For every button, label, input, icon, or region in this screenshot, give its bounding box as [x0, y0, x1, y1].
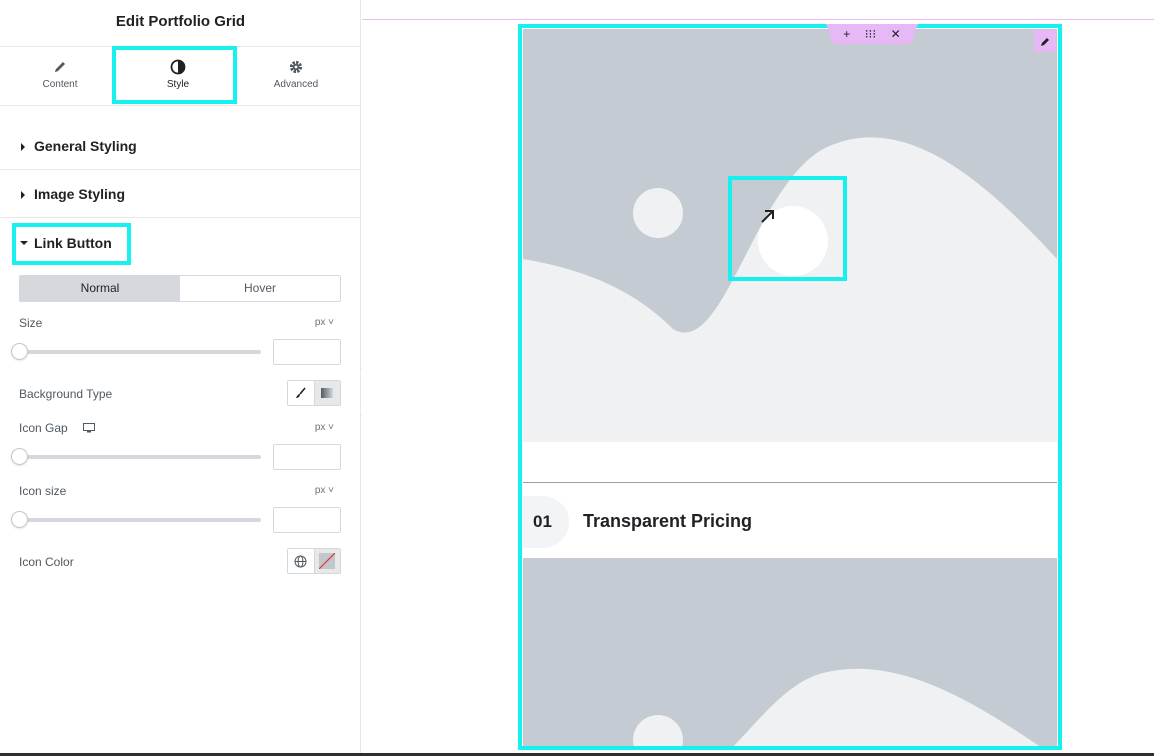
tab-advanced-label: Advanced: [273, 79, 319, 90]
image-placeholder-icon: [523, 558, 1057, 750]
icon-size-slider[interactable]: [11, 511, 261, 528]
arrow-up-right-icon: [761, 210, 774, 223]
icon-gap-input[interactable]: [273, 444, 341, 470]
color-picker-swatch[interactable]: [313, 549, 340, 573]
icon-gap-unit-select[interactable]: px ˅: [315, 422, 334, 433]
caret-down-icon: [20, 241, 28, 245]
icon-size-label: Icon size: [19, 484, 67, 498]
size-input[interactable]: [273, 339, 341, 365]
slider-handle[interactable]: [11, 448, 28, 465]
globe-icon[interactable]: [288, 549, 314, 573]
section-general-label: General Styling: [34, 138, 137, 154]
tab-style-label: Style: [166, 79, 190, 90]
icon-color-buttons: [287, 548, 341, 574]
plus-icon[interactable]: +: [843, 27, 850, 41]
section-guide-line: [362, 19, 1154, 20]
item-number: 01: [523, 496, 569, 548]
contrast-icon: [170, 59, 186, 75]
size-slider[interactable]: [11, 343, 261, 360]
tab-style[interactable]: Style: [118, 47, 238, 106]
close-icon[interactable]: ✕: [891, 27, 901, 41]
tab-content[interactable]: Content: [0, 47, 120, 106]
section-image-styling[interactable]: Image Styling: [0, 170, 361, 218]
section-link-label: Link Button: [34, 235, 112, 251]
gear-icon: [289, 60, 303, 74]
pencil-icon: [1040, 37, 1049, 46]
icon-gap-slider[interactable]: [11, 448, 261, 465]
icon-size-unit-select[interactable]: px ˅: [315, 485, 334, 496]
edit-widget-button[interactable]: [1034, 30, 1056, 52]
portfolio-item-image: [523, 29, 1057, 442]
portfolio-grid-widget[interactable]: 01 Transparent Pricing + ⁝⁝⁝ ✕: [518, 24, 1062, 750]
panel-tabs: Content Style Advanced: [0, 47, 361, 106]
portfolio-item-image-2: [523, 558, 1057, 750]
slider-handle[interactable]: [11, 511, 28, 528]
icon-gap-label-text: Icon Gap: [19, 421, 68, 435]
tab-normal[interactable]: Normal: [20, 276, 180, 301]
section-general-styling[interactable]: General Styling: [0, 122, 361, 170]
widget-handle: + ⁝⁝⁝ ✕: [826, 24, 918, 44]
icon-size-input[interactable]: [273, 507, 341, 533]
editor-panel: Edit Portfolio Grid Content Style Advanc…: [0, 0, 361, 756]
drag-icon[interactable]: ⁝⁝⁝: [865, 27, 876, 41]
slider-handle[interactable]: [11, 343, 28, 360]
preview-canvas: 01 Transparent Pricing + ⁝⁝⁝ ✕: [362, 0, 1154, 756]
caret-right-icon: [21, 191, 25, 199]
tab-hover[interactable]: Hover: [180, 276, 340, 301]
background-type-label: Background Type: [19, 387, 113, 401]
desktop-icon[interactable]: [83, 423, 96, 433]
section-image-label: Image Styling: [34, 186, 126, 202]
section-link-button[interactable]: Link Button: [0, 218, 361, 266]
gradient-icon[interactable]: [313, 381, 340, 405]
item-title[interactable]: Transparent Pricing: [583, 511, 752, 532]
link-button[interactable]: [758, 206, 828, 276]
caret-right-icon: [21, 143, 25, 151]
background-type-buttons: [287, 380, 341, 406]
tab-content-label: Content: [42, 79, 78, 90]
tab-advanced[interactable]: Advanced: [236, 47, 356, 106]
panel-title: Edit Portfolio Grid: [0, 0, 361, 47]
brush-icon[interactable]: [288, 381, 314, 405]
size-label: Size: [19, 316, 43, 330]
icon-gap-label: Icon Gap: [19, 421, 96, 435]
portfolio-item-info: 01 Transparent Pricing: [523, 482, 1057, 558]
state-toggle: Normal Hover: [19, 275, 341, 302]
icon-color-label: Icon Color: [19, 555, 74, 569]
pencil-icon: [55, 62, 65, 72]
size-unit-select[interactable]: px ˅: [315, 317, 334, 328]
